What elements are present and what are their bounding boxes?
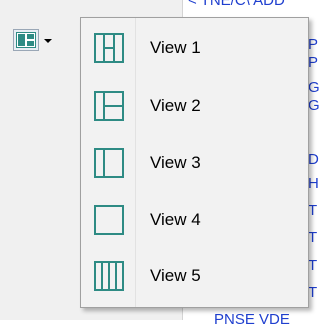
background-letter: G bbox=[308, 97, 320, 114]
menu-item-view-5[interactable]: View 5 bbox=[82, 249, 308, 303]
menu-item-view-1[interactable]: View 1 bbox=[82, 21, 308, 75]
menu-item-label: View 3 bbox=[150, 153, 201, 172]
view-dropdown-toggle[interactable] bbox=[41, 34, 55, 48]
background-letter: G bbox=[308, 79, 320, 96]
background-letter: H bbox=[308, 175, 319, 192]
menu-item-view-2[interactable]: View 2 bbox=[82, 79, 308, 133]
background-letter: T bbox=[308, 229, 318, 246]
view-layout-button[interactable] bbox=[13, 29, 39, 51]
background-text-top: < TNE/C\ ADD bbox=[188, 0, 285, 9]
view-2-layout-icon bbox=[94, 91, 124, 121]
view-5-layout-icon bbox=[94, 261, 124, 291]
background-letter: D bbox=[308, 151, 319, 168]
view-1-layout-icon bbox=[94, 33, 124, 63]
background-letter: T bbox=[308, 284, 318, 301]
chevron-down-icon bbox=[44, 39, 52, 43]
background-letter: P bbox=[308, 54, 319, 71]
menu-item-view-3[interactable]: View 3 bbox=[82, 136, 308, 190]
view-3-layout-icon bbox=[94, 148, 124, 178]
view-layout-icon bbox=[16, 32, 36, 48]
background-letter: T bbox=[308, 202, 318, 219]
view-4-layout-icon bbox=[94, 205, 124, 235]
background-letter: T bbox=[308, 257, 318, 274]
menu-item-label: View 1 bbox=[150, 38, 201, 57]
view-dropdown-menu: View 1 View 2 View 3 View 4 View 5 bbox=[80, 17, 309, 308]
menu-item-view-4[interactable]: View 4 bbox=[82, 193, 308, 247]
menu-item-label: View 4 bbox=[150, 210, 201, 229]
background-letter: P bbox=[308, 36, 319, 53]
menu-item-label: View 2 bbox=[150, 96, 201, 115]
menu-item-label: View 5 bbox=[150, 266, 201, 285]
